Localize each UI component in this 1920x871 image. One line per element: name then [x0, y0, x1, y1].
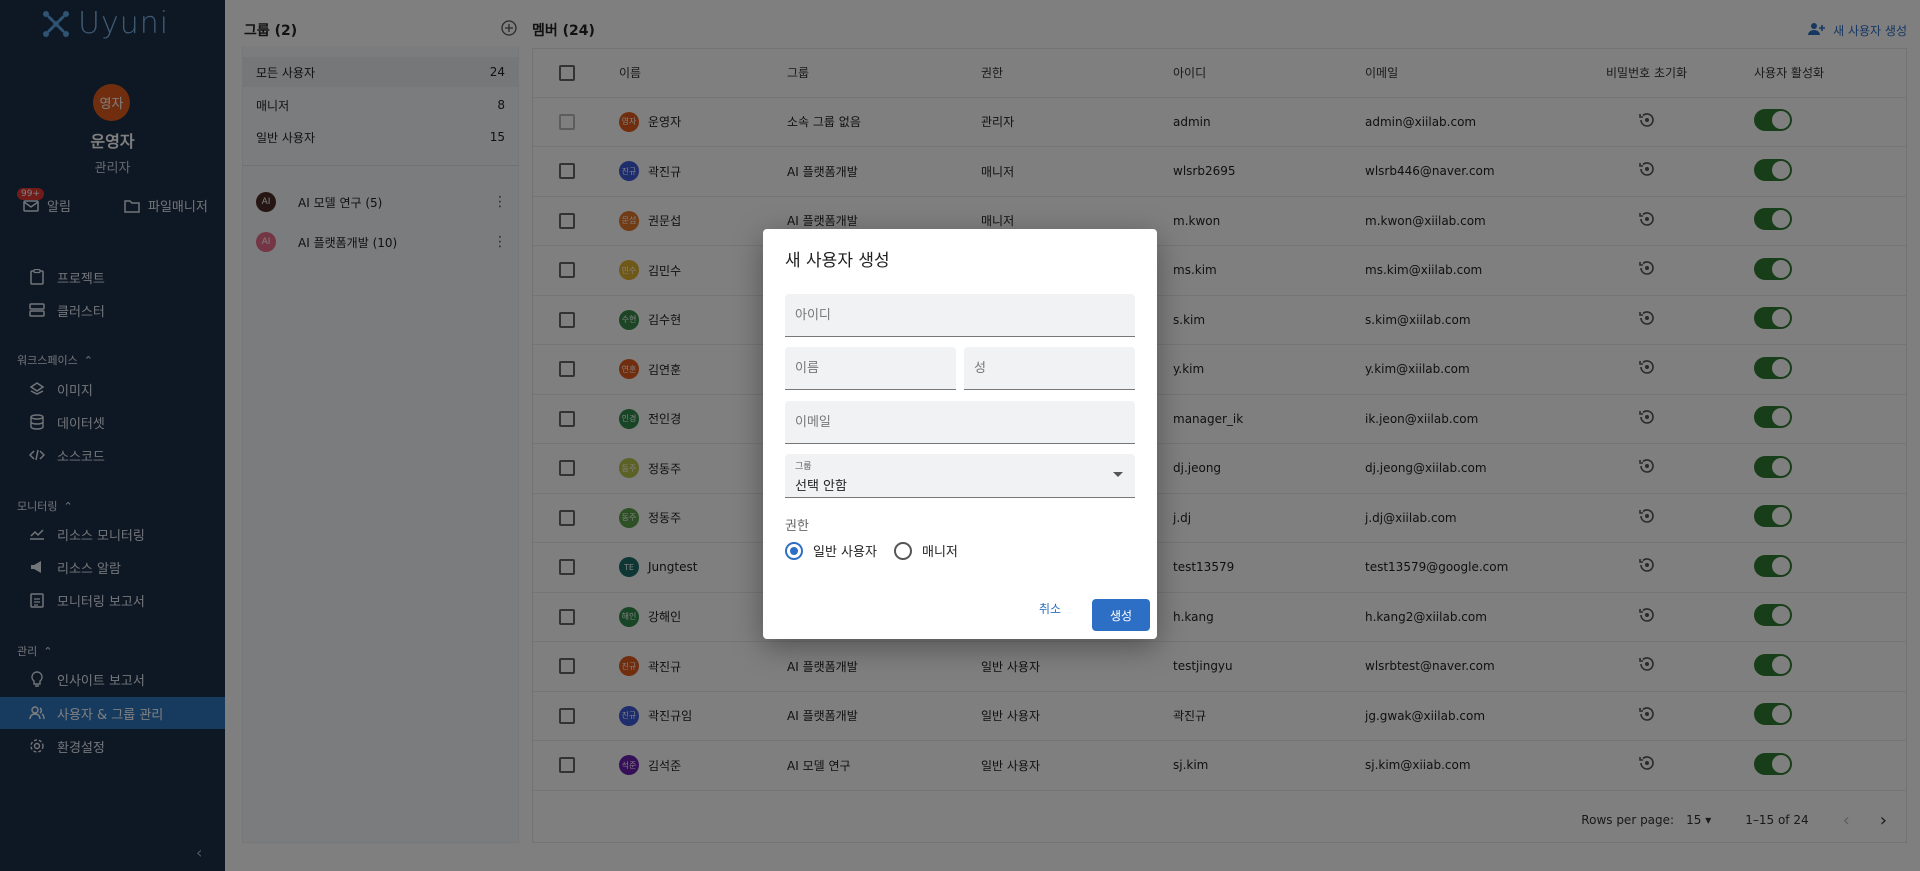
radio-general-label: 일반 사용자	[813, 545, 877, 560]
last-name-field[interactable]	[964, 347, 1135, 390]
id-input[interactable]	[785, 294, 1135, 336]
radio-unchecked-icon[interactable]	[894, 541, 912, 560]
dropdown-arrow-icon	[1113, 472, 1123, 477]
last-name-input[interactable]	[964, 347, 1135, 389]
group-select-value: 선택 안함	[795, 479, 847, 494]
permission-label: 권한	[785, 519, 809, 534]
cancel-button[interactable]: 취소	[1039, 600, 1061, 617]
dialog-title: 새 사용자 생성	[785, 251, 890, 271]
radio-checked-icon[interactable]	[785, 541, 803, 560]
email-input[interactable]	[785, 401, 1135, 443]
email-field[interactable]	[785, 401, 1135, 444]
group-select[interactable]: 그룹 선택 안함	[785, 454, 1135, 498]
radio-manager[interactable]: 매니저	[894, 541, 958, 560]
radio-manager-label: 매니저	[922, 545, 958, 560]
id-field[interactable]	[785, 294, 1135, 337]
create-user-dialog: 새 사용자 생성 그룹 선택 안함 권한 일반 사용자 매니저 취소 생성	[763, 229, 1157, 639]
group-select-label: 그룹	[795, 462, 812, 472]
first-name-input[interactable]	[785, 347, 956, 389]
radio-general-user[interactable]: 일반 사용자	[785, 541, 877, 560]
first-name-field[interactable]	[785, 347, 956, 390]
create-button[interactable]: 생성	[1092, 599, 1150, 631]
